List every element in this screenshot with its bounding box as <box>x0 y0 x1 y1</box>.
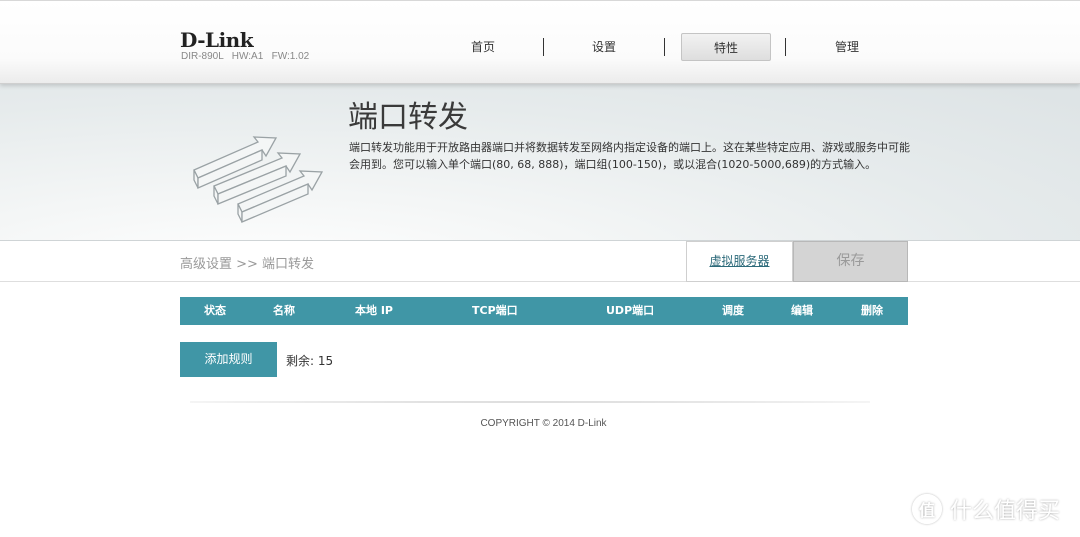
remaining-count: 剩余: 15 <box>286 354 334 368</box>
virtual-server-link[interactable]: 虚拟服务器 <box>686 241 793 282</box>
column-name: 名称 <box>273 304 295 317</box>
nav-management[interactable]: 管理 <box>802 33 892 61</box>
nav-settings[interactable]: 设置 <box>559 33 649 61</box>
column-schedule: 调度 <box>722 304 744 317</box>
column-local-ip: 本地 IP <box>355 304 393 317</box>
add-rule-button[interactable]: 添加规则 <box>180 342 277 377</box>
page-description: 端口转发功能用于开放路由器端口并将数据转发至网络内指定设备的端口上。这在某些特定… <box>349 141 910 171</box>
copyright: COPYRIGHT © 2014 D-Link <box>480 418 607 429</box>
column-status: 状态 <box>204 304 226 317</box>
breadcrumb: 高级设置 >> 端口转发 <box>180 257 315 272</box>
device-info: DIR-890L HW:A1 FW:1.02 <box>181 51 310 62</box>
nav-features[interactable]: 特性 <box>681 33 771 61</box>
site-watermark: 值 什么值得买 <box>912 492 1060 526</box>
column-edit: 编辑 <box>791 304 813 317</box>
page-banner: 端口转发 端口转发功能用于开放路由器端口并将数据转发至网络内指定设备的端口上。这… <box>0 84 1080 241</box>
footer-divider <box>190 401 870 403</box>
main-nav: 首页 设置 特性 管理 <box>422 33 908 61</box>
watermark-logo-icon: 值 <box>912 494 942 524</box>
column-tcp-port: TCP端口 <box>472 304 518 317</box>
page-title: 端口转发 <box>348 100 468 135</box>
column-delete: 删除 <box>861 304 883 317</box>
nav-separator <box>543 38 544 56</box>
dlink-logo: D-Link <box>180 28 254 52</box>
nav-separator <box>785 38 786 56</box>
watermark-text: 什么值得买 <box>950 499 1061 524</box>
nav-separator <box>664 38 665 56</box>
nav-home[interactable]: 首页 <box>438 33 528 61</box>
header: D-Link DIR-890L HW:A1 FW:1.02 首页 设置 特性 管… <box>0 0 1080 84</box>
column-udp-port: UDP端口 <box>606 304 655 317</box>
rules-table-header: 状态 名称 本地 IP TCP端口 UDP端口 调度 编辑 删除 <box>180 297 908 325</box>
action-bar: 高级设置 >> 端口转发 虚拟服务器 保存 <box>0 241 1080 282</box>
save-button[interactable]: 保存 <box>793 241 908 282</box>
port-forward-arrows-icon <box>193 136 324 223</box>
